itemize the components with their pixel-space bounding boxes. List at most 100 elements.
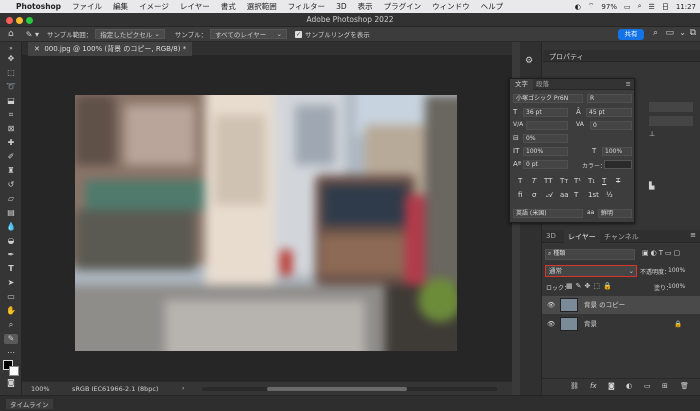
menu-file[interactable]: ファイル xyxy=(72,1,102,12)
underline-icon[interactable]: T xyxy=(602,177,606,185)
zoom-level[interactable]: 100% xyxy=(31,385,50,393)
delete-layer-icon[interactable]: 🗑 xyxy=(680,382,689,390)
frame-tool-icon[interactable]: ⊠ xyxy=(4,124,18,134)
swash-icon[interactable]: 𝒜 xyxy=(546,191,553,200)
more-tools-icon[interactable]: ⋯ xyxy=(4,348,18,358)
zoom-tool-icon[interactable]: ⌕ xyxy=(4,320,18,330)
properties-align-icon[interactable]: ⊥ xyxy=(649,130,655,138)
blur-tool-icon[interactable]: 💧 xyxy=(4,222,18,232)
menu-image[interactable]: イメージ xyxy=(139,1,169,12)
history-brush-tool-icon[interactable]: ↺ xyxy=(4,180,18,190)
horizontal-scale-field[interactable]: 100% xyxy=(602,147,632,156)
lasso-tool-icon[interactable]: ➰ xyxy=(4,82,18,92)
gradient-tool-icon[interactable]: ▤ xyxy=(4,208,18,218)
close-document-icon[interactable]: ✕ xyxy=(34,45,40,53)
tab-paragraph[interactable]: 段落 xyxy=(536,79,549,90)
background-color-swatch[interactable] xyxy=(9,366,19,376)
fill-value[interactable]: 100% xyxy=(668,283,685,290)
properties-tab[interactable]: プロパティ xyxy=(549,52,584,62)
antialias-select[interactable]: 鮮明 xyxy=(598,209,632,218)
crop-tool-icon[interactable]: ⌗ xyxy=(4,110,18,120)
marquee-tool-icon[interactable]: ⬚ xyxy=(4,68,18,78)
superscript-icon[interactable]: T¹ xyxy=(574,177,581,185)
small-caps-icon[interactable]: Tт xyxy=(560,177,568,185)
subscript-icon[interactable]: T₁ xyxy=(588,177,595,185)
spot-healing-tool-icon[interactable]: ✚ xyxy=(4,138,18,148)
layer-row-background[interactable]: 👁 背景 🔒 xyxy=(542,315,700,333)
menu-select[interactable]: 選択範囲 xyxy=(247,1,277,12)
fractions-icon[interactable]: ½ xyxy=(606,191,613,199)
toolbar-collapse-icon[interactable]: » xyxy=(4,44,18,54)
link-layers-icon[interactable]: ⛓ xyxy=(570,382,579,390)
strikethrough-icon[interactable]: T xyxy=(616,177,620,185)
control-center-icon[interactable]: ☰ xyxy=(649,3,655,11)
show-ring-checkbox[interactable]: ✓ xyxy=(295,30,302,38)
font-size-field[interactable]: 36 pt xyxy=(523,108,568,117)
path-select-tool-icon[interactable]: ➤ xyxy=(4,278,18,288)
layer-filter-icons[interactable]: ▣◐T▭▢ xyxy=(642,249,682,257)
layer-row-background-copy[interactable]: 👁 背景 のコピー xyxy=(542,296,700,314)
menu-edit[interactable]: 編集 xyxy=(113,1,128,12)
pen-tool-icon[interactable]: ✒ xyxy=(4,250,18,260)
battery-icon[interactable]: ▭ xyxy=(624,3,631,11)
object-select-tool-icon[interactable]: ⬓ xyxy=(4,96,18,106)
menu-help[interactable]: ヘルプ xyxy=(481,1,504,12)
properties-field-w[interactable] xyxy=(649,102,693,112)
opacity-value[interactable]: 100% xyxy=(668,267,685,274)
status-menu-icon[interactable]: › xyxy=(182,385,184,392)
wifi-icon[interactable]: ⌔ xyxy=(588,2,595,11)
ligatures-icon[interactable]: ﬁ xyxy=(518,191,522,199)
language-select[interactable]: 英語 (米国) xyxy=(513,209,583,218)
layer-filter-select[interactable]: ⌕ 種類 xyxy=(545,249,635,260)
new-layer-icon[interactable]: ⊞ xyxy=(662,382,668,390)
menu-view[interactable]: 表示 xyxy=(358,1,373,12)
leading-field[interactable]: 45 pt xyxy=(586,108,632,117)
properties-panel-icon[interactable]: ⚙ xyxy=(525,56,533,66)
menu-plugins[interactable]: プラグイン xyxy=(384,1,422,12)
eraser-tool-icon[interactable]: ▱ xyxy=(4,194,18,204)
layers-panel-menu-icon[interactable]: ≡ xyxy=(690,231,696,239)
ps-status-icon[interactable]: ◐ xyxy=(575,3,581,11)
properties-field-h[interactable] xyxy=(649,116,693,126)
home-icon[interactable]: ⌂ xyxy=(8,29,14,39)
sample-size-select[interactable]: 指定したピクセル ⌄ xyxy=(95,29,165,39)
horizontal-scrollbar[interactable] xyxy=(202,387,497,391)
titling-icon[interactable]: aa xyxy=(560,191,569,199)
dodge-tool-icon[interactable]: ◒ xyxy=(4,236,18,246)
tab-layers[interactable]: レイヤー xyxy=(564,230,600,243)
layer-mask-icon[interactable]: ◙ xyxy=(608,382,615,390)
tracking-field[interactable]: 0 xyxy=(590,121,632,130)
faux-bold-icon[interactable]: T xyxy=(518,177,522,185)
menu-3d[interactable]: 3D xyxy=(336,2,347,11)
eyedropper-preset-icon[interactable]: ✎ ▾ xyxy=(26,30,39,39)
font-family-select[interactable]: 小塚ゴシック Pr6N xyxy=(513,94,583,103)
timeline-tab[interactable]: タイムライン xyxy=(6,399,53,409)
panel-menu-icon[interactable]: ≡ xyxy=(626,79,631,90)
tab-3d[interactable]: 3D xyxy=(546,232,556,240)
font-style-select[interactable]: R xyxy=(587,94,632,103)
stylistic-icon[interactable]: 1st xyxy=(588,191,599,199)
document-image[interactable] xyxy=(75,95,457,351)
tab-character[interactable]: 文字 xyxy=(510,79,533,90)
hand-tool-icon[interactable]: ✋ xyxy=(4,306,18,316)
vertical-scale-field[interactable]: 100% xyxy=(523,147,568,156)
shape-tool-icon[interactable]: ▭ xyxy=(4,292,18,302)
workspace-dropdown-icon[interactable]: ⌄ xyxy=(679,28,686,37)
ordinals-icon[interactable]: T xyxy=(574,191,578,199)
menu-layer[interactable]: レイヤー xyxy=(180,1,210,12)
canvas-area[interactable] xyxy=(22,56,512,381)
search-icon[interactable]: ⌕ xyxy=(638,2,642,11)
brush-tool-icon[interactable]: ✐ xyxy=(4,152,18,162)
adjustment-layer-icon[interactable]: ◐ xyxy=(626,382,632,390)
new-group-icon[interactable]: ▭ xyxy=(644,382,651,390)
visibility-eye-icon[interactable]: 👁 xyxy=(547,296,555,314)
all-caps-icon[interactable]: TT xyxy=(544,177,552,185)
eyedropper-tool-icon[interactable]: ✎ xyxy=(4,334,18,344)
menu-window[interactable]: ウィンドウ xyxy=(432,1,470,12)
app-menu[interactable]: Photoshop xyxy=(16,2,61,11)
text-color-swatch[interactable] xyxy=(604,160,632,169)
baseline-shift-field[interactable]: 0 pt xyxy=(523,160,568,169)
discretionary-icon[interactable]: σ xyxy=(532,191,536,199)
sample-select[interactable]: すべてのレイヤー ⌄ xyxy=(210,29,287,39)
faux-italic-icon[interactable]: T xyxy=(532,177,536,185)
